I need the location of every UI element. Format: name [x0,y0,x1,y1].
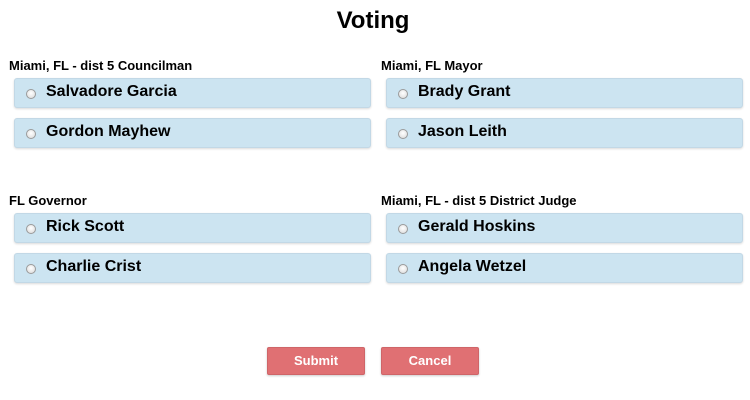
group-label-district-judge: Miami, FL - dist 5 District Judge [381,193,577,208]
option-label: Jason Leith [418,123,507,140]
group-label-councilman: Miami, FL - dist 5 Councilman [9,58,193,73]
ballot-group-district-judge: Miami, FL - dist 5 District Judge Gerald… [381,193,743,293]
radio-button[interactable] [398,129,408,139]
radio-button[interactable] [398,89,408,99]
ballot-group-mayor: Miami, FL Mayor Brady Grant Jason Leith [381,58,743,158]
ballot-group-councilman: Miami, FL - dist 5 Councilman Salvadore … [9,58,371,158]
ballot-group-governor: FL Governor Rick Scott Charlie Crist [9,193,371,293]
option-label: Charlie Crist [46,258,142,275]
option-label: Rick Scott [46,218,125,235]
option-label: Angela Wetzel [418,258,527,275]
option-angela-wetzel[interactable]: Angela Wetzel [386,253,743,283]
radio-button[interactable] [26,264,36,274]
group-label-governor: FL Governor [9,193,87,208]
option-gerald-hoskins[interactable]: Gerald Hoskins [386,213,743,243]
cancel-button[interactable]: Cancel [381,347,479,375]
option-jason-leith[interactable]: Jason Leith [386,118,743,148]
radio-button[interactable] [398,264,408,274]
radio-button[interactable] [398,224,408,234]
radio-button[interactable] [26,129,36,139]
option-gordon-mayhew[interactable]: Gordon Mayhew [14,118,371,148]
option-label: Brady Grant [418,83,511,100]
option-label: Gordon Mayhew [46,123,171,140]
radio-button[interactable] [26,89,36,99]
group-label-mayor: Miami, FL Mayor [381,58,483,73]
option-label: Salvadore Garcia [46,83,177,100]
option-rick-scott[interactable]: Rick Scott [14,213,371,243]
page-title: Voting [336,7,410,34]
option-brady-grant[interactable]: Brady Grant [386,78,743,108]
submit-button[interactable]: Submit [267,347,365,375]
radio-button[interactable] [26,224,36,234]
option-salvadore-garcia[interactable]: Salvadore Garcia [14,78,371,108]
option-charlie-crist[interactable]: Charlie Crist [14,253,371,283]
option-label: Gerald Hoskins [418,218,536,235]
